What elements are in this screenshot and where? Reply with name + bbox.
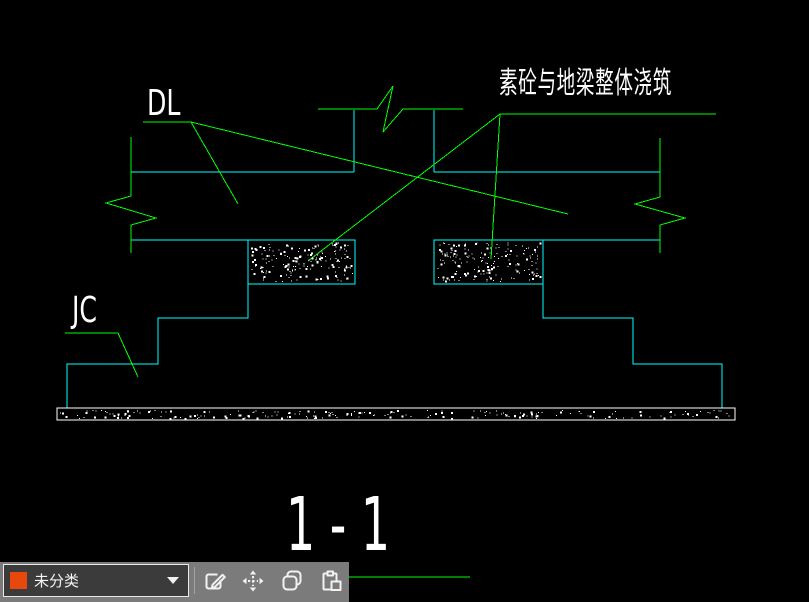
toolbar-buttons: [199, 564, 346, 598]
copy-icon: [282, 570, 302, 591]
quick-toolbar: 未分类: [0, 562, 349, 602]
move-icon: [242, 570, 264, 592]
category-color-swatch: [10, 572, 27, 589]
section-drawing: [56, 85, 736, 578]
footing-steps-right: [542, 284, 723, 408]
concrete-pad-right: [433, 239, 544, 285]
beam-break-line-right: [633, 138, 687, 253]
note-leader-right-pad: [490, 113, 501, 260]
wall-break-line: [318, 85, 463, 133]
beam-label: DL: [147, 83, 181, 124]
foundation-label: JC: [72, 290, 98, 331]
edit-button[interactable]: [199, 565, 229, 597]
foundation-label-leader: [65, 332, 139, 378]
category-dropdown[interactable]: 未分类: [3, 564, 189, 597]
beam-label-leader-shallow: [190, 121, 569, 215]
chevron-down-icon: [167, 577, 179, 584]
edit-icon: [205, 573, 226, 590]
concrete-stipple-hatch: [59, 242, 730, 420]
beam-break-line-left: [104, 137, 158, 253]
move-button[interactable]: [238, 565, 268, 597]
note-label: 素砼与地梁整体浇筑: [499, 66, 672, 101]
paste-icon: [322, 570, 342, 591]
paste-button[interactable]: [316, 565, 346, 597]
note-leader-left-pad: [307, 113, 716, 262]
annotation-lines: [65, 85, 716, 578]
bedding-layer-outline: [56, 407, 736, 421]
section-title: 1 - 1: [286, 482, 391, 568]
cad-viewport[interactable]: DL JC 素砼与地梁整体浇筑 1 - 1 未分类: [0, 0, 809, 602]
structure-outlines: [66, 110, 723, 408]
beam-label-leader-steep: [143, 121, 239, 205]
copy-button[interactable]: [277, 565, 307, 597]
toolbar-divider: [194, 567, 195, 594]
category-label: 未分类: [34, 572, 80, 590]
